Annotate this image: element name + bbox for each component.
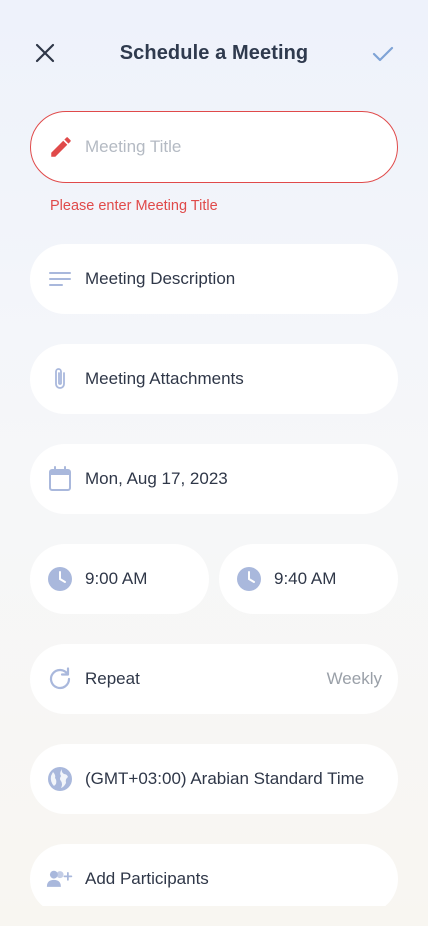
meeting-date-label: Mon, Aug 17, 2023 [85,469,228,488]
page-title: Schedule a Meeting [119,42,309,64]
add-participants-icon [46,865,74,893]
meeting-title-error: Please enter Meeting Title [50,198,218,214]
meeting-description-label: Meeting Description [85,269,236,288]
check-icon [372,46,394,67]
add-participants-field[interactable]: Add Participants [30,844,398,914]
description-icon [46,265,74,293]
confirm-button[interactable] [368,41,398,71]
meeting-date-field[interactable]: Mon, Aug 17, 2023 [30,444,398,514]
repeat-icon [46,665,74,693]
timezone-label: (GMT+03:00) Arabian Standard Time [85,769,365,788]
start-time-label: 9:00 AM [85,569,148,588]
meeting-attachments-field[interactable]: Meeting Attachments [30,344,398,414]
meeting-title-input[interactable] [85,137,375,157]
repeat-label: Repeat [85,669,140,688]
clock-icon [46,565,74,593]
meeting-title-field[interactable] [30,111,398,183]
repeat-value: Weekly [326,669,382,688]
meeting-description-field[interactable]: Meeting Description [30,244,398,314]
clock-icon [235,565,263,593]
bottom-edge [0,906,428,926]
repeat-field[interactable]: Repeat Weekly [30,644,398,714]
paperclip-icon [46,365,74,393]
end-time-label: 9:40 AM [274,569,337,588]
start-time-field[interactable]: 9:00 AM [30,544,209,614]
add-participants-label: Add Participants [85,869,209,888]
globe-icon [46,765,74,793]
header: Schedule a Meeting [0,0,428,112]
pencil-icon [47,133,75,161]
meeting-attachments-label: Meeting Attachments [85,369,244,388]
calendar-icon [46,465,74,493]
timezone-field[interactable]: (GMT+03:00) Arabian Standard Time [30,744,398,814]
end-time-field[interactable]: 9:40 AM [219,544,398,614]
